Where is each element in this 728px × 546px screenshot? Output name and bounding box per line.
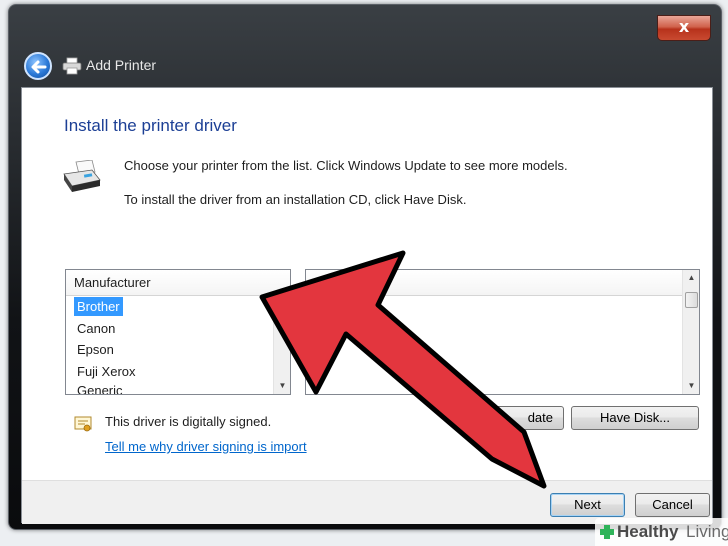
page-title: Install the printer driver [64, 116, 237, 135]
list-item[interactable]: Brother [66, 296, 290, 318]
scroll-down-icon[interactable]: ▼ [274, 378, 291, 394]
printer-title-icon [62, 57, 82, 75]
cross-logo-icon [600, 525, 614, 539]
list-item[interactable]: Canon [66, 318, 290, 340]
driver-signing-link[interactable]: Tell me why driver signing is import [105, 439, 307, 454]
instruction-text: Choose your printer from the list. Click… [124, 158, 568, 173]
add-printer-window: x Add Printer Install the printer driver… [8, 4, 722, 530]
scroll-thumb[interactable] [685, 292, 698, 308]
watermark: Healthy Living [595, 518, 728, 546]
window-title: Add Printer [86, 57, 157, 73]
wizard-page: Install the printer driver Choose your p… [21, 87, 713, 524]
list-item[interactable]: Brother D [306, 318, 699, 340]
manufacturer-list[interactable]: Manufacturer Brother Canon Epson Fuji Xe… [65, 269, 291, 395]
printers-scrollbar[interactable]: ▲ ▼ [682, 270, 699, 394]
manufacturer-scrollbar[interactable]: ▼ [273, 296, 290, 394]
scroll-down-icon[interactable]: ▼ [683, 378, 700, 394]
close-icon: x [678, 17, 690, 36]
printer-icon [63, 160, 101, 192]
scroll-up-icon[interactable]: ▲ [683, 270, 700, 286]
have-disk-button[interactable]: Have Disk... [571, 406, 699, 430]
watermark-brand-bold: Healthy [617, 522, 679, 541]
driver-signed-status: This driver is digitally signed. [105, 414, 272, 429]
list-item[interactable]: Generic [66, 382, 290, 394]
printers-list[interactable]: Printers Brother D Brother D ▲ ▼ [305, 269, 700, 395]
list-item[interactable]: Epson [66, 339, 290, 361]
close-button[interactable]: x [657, 15, 711, 41]
back-button[interactable] [24, 52, 52, 80]
certificate-icon [74, 416, 92, 432]
title-bar: x Add Printer [9, 5, 721, 91]
watermark-brand-light: Living [686, 522, 728, 541]
list-item[interactable]: Fuji Xerox [66, 361, 290, 383]
list-item[interactable]: Brother D [306, 296, 699, 318]
install-cd-text: To install the driver from an installati… [124, 192, 467, 207]
back-arrow-icon [31, 60, 47, 74]
next-button[interactable]: Next [550, 493, 625, 517]
windows-update-button[interactable]: date [490, 406, 564, 430]
manufacturer-header: Manufacturer [66, 270, 290, 296]
cancel-button[interactable]: Cancel [635, 493, 710, 517]
printers-header: Printers [306, 270, 699, 296]
